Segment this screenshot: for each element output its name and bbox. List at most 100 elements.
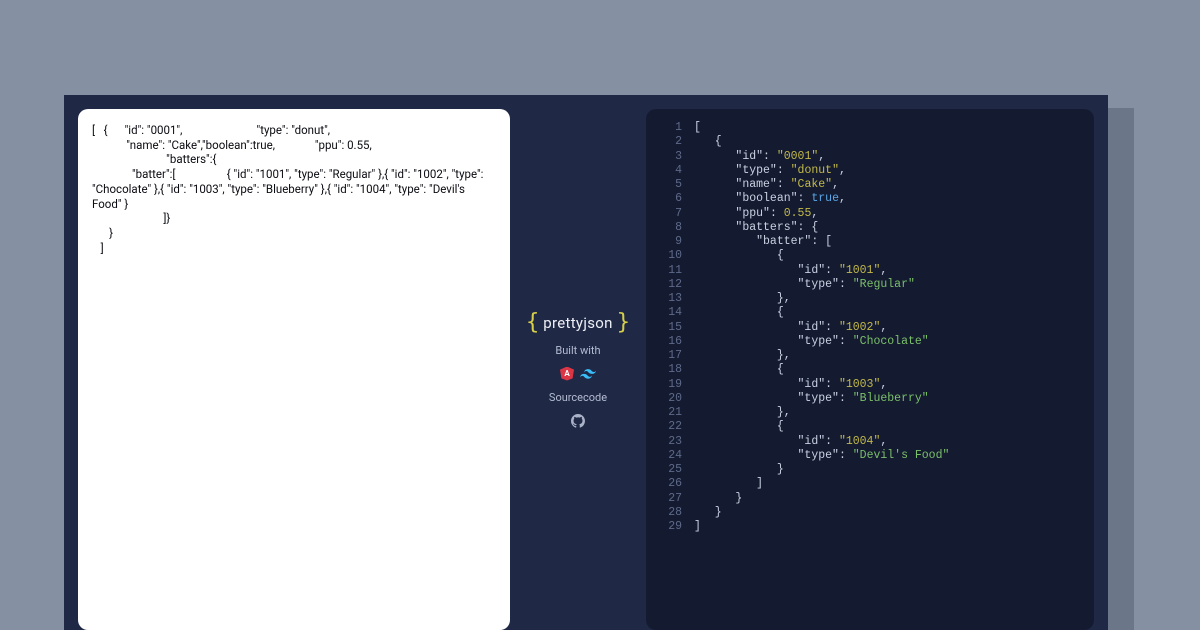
code-line: 28 } (656, 506, 1080, 520)
code-line: 16 "type": "Chocolate" (656, 335, 1080, 349)
line-number: 1 (656, 121, 682, 135)
line-number: 2 (656, 135, 682, 149)
code-content: "type": "Chocolate" (694, 335, 929, 349)
code-content: "id": "1001", (694, 264, 887, 278)
line-number: 17 (656, 349, 682, 363)
code-line: 14 { (656, 306, 1080, 320)
code-content: }, (694, 292, 791, 306)
code-content: { (694, 363, 784, 377)
app-frame: [ { "id": "0001", "type": "donut", "name… (64, 95, 1108, 630)
code-content: "type": "donut", (694, 164, 846, 178)
code-content: "id": "1004", (694, 435, 887, 449)
line-number: 5 (656, 178, 682, 192)
code-line: 20 "type": "Blueberry" (656, 392, 1080, 406)
code-content: "boolean": true, (694, 192, 846, 206)
code-content: "ppu": 0.55, (694, 207, 818, 221)
code-content: [ (694, 121, 701, 135)
code-content: ] (694, 520, 701, 534)
center-column: { prettyjson } Built with Sourcecode (524, 109, 632, 630)
line-number: 14 (656, 306, 682, 320)
json-input-pane[interactable]: [ { "id": "0001", "type": "donut", "name… (78, 109, 510, 630)
code-line: 29] (656, 520, 1080, 534)
code-content: "id": "0001", (694, 150, 825, 164)
code-line: 22 { (656, 420, 1080, 434)
line-number: 29 (656, 520, 682, 534)
tailwind-icon[interactable] (580, 369, 596, 379)
line-number: 22 (656, 420, 682, 434)
line-number: 21 (656, 406, 682, 420)
code-content: "type": "Regular" (694, 278, 915, 292)
code-line: 7 "ppu": 0.55, (656, 207, 1080, 221)
code-line: 5 "name": "Cake", (656, 178, 1080, 192)
line-number: 10 (656, 249, 682, 263)
code-line: 19 "id": "1003", (656, 378, 1080, 392)
line-number: 16 (656, 335, 682, 349)
code-content: "batters": { (694, 221, 818, 235)
code-line: 17 }, (656, 349, 1080, 363)
code-line: 9 "batter": [ (656, 235, 1080, 249)
line-number: 7 (656, 207, 682, 221)
line-number: 19 (656, 378, 682, 392)
code-content: { (694, 135, 722, 149)
github-icon[interactable] (571, 414, 585, 428)
line-number: 24 (656, 449, 682, 463)
json-output-pane: 1[2 {3 "id": "0001",4 "type": "donut",5 … (646, 109, 1094, 630)
code-content: "id": "1002", (694, 321, 887, 335)
code-content: "batter": [ (694, 235, 832, 249)
line-number: 23 (656, 435, 682, 449)
brace-left-icon: { (526, 312, 539, 334)
code-line: 24 "type": "Devil's Food" (656, 449, 1080, 463)
line-number: 4 (656, 164, 682, 178)
code-line: 23 "id": "1004", (656, 435, 1080, 449)
code-content: "id": "1003", (694, 378, 887, 392)
line-number: 28 (656, 506, 682, 520)
code-content: }, (694, 406, 791, 420)
line-number: 25 (656, 463, 682, 477)
code-line: 25 } (656, 463, 1080, 477)
code-line: 21 }, (656, 406, 1080, 420)
built-with-label: Built with (555, 344, 600, 357)
code-content: } (694, 463, 784, 477)
brace-right-icon: } (617, 312, 630, 334)
app-logo: { prettyjson } (526, 312, 630, 334)
code-line: 12 "type": "Regular" (656, 278, 1080, 292)
code-line: 10 { (656, 249, 1080, 263)
code-line: 4 "type": "donut", (656, 164, 1080, 178)
line-number: 15 (656, 321, 682, 335)
line-number: 8 (656, 221, 682, 235)
code-line: 27 } (656, 492, 1080, 506)
code-line: 11 "id": "1001", (656, 264, 1080, 278)
code-line: 26 ] (656, 477, 1080, 491)
code-content: } (694, 492, 742, 506)
line-number: 3 (656, 150, 682, 164)
sourcecode-label: Sourcecode (549, 391, 607, 404)
code-line: 3 "id": "0001", (656, 150, 1080, 164)
code-line: 1[ (656, 121, 1080, 135)
line-number: 13 (656, 292, 682, 306)
code-content: { (694, 249, 784, 263)
code-content: "type": "Devil's Food" (694, 449, 949, 463)
angular-icon[interactable] (560, 367, 574, 381)
line-number: 12 (656, 278, 682, 292)
line-number: 11 (656, 264, 682, 278)
code-content: "type": "Blueberry" (694, 392, 929, 406)
line-number: 18 (656, 363, 682, 377)
code-line: 13 }, (656, 292, 1080, 306)
code-content: { (694, 306, 784, 320)
code-content: ] (694, 477, 763, 491)
code-content: } (694, 506, 722, 520)
line-number: 6 (656, 192, 682, 206)
code-line: 2 { (656, 135, 1080, 149)
app-logo-text: prettyjson (543, 314, 612, 332)
line-number: 20 (656, 392, 682, 406)
line-number: 26 (656, 477, 682, 491)
code-line: 6 "boolean": true, (656, 192, 1080, 206)
tech-badges (560, 367, 596, 381)
code-content: }, (694, 349, 791, 363)
code-line: 18 { (656, 363, 1080, 377)
code-content: { (694, 420, 784, 434)
code-line: 15 "id": "1002", (656, 321, 1080, 335)
code-content: "name": "Cake", (694, 178, 839, 192)
line-number: 27 (656, 492, 682, 506)
line-number: 9 (656, 235, 682, 249)
